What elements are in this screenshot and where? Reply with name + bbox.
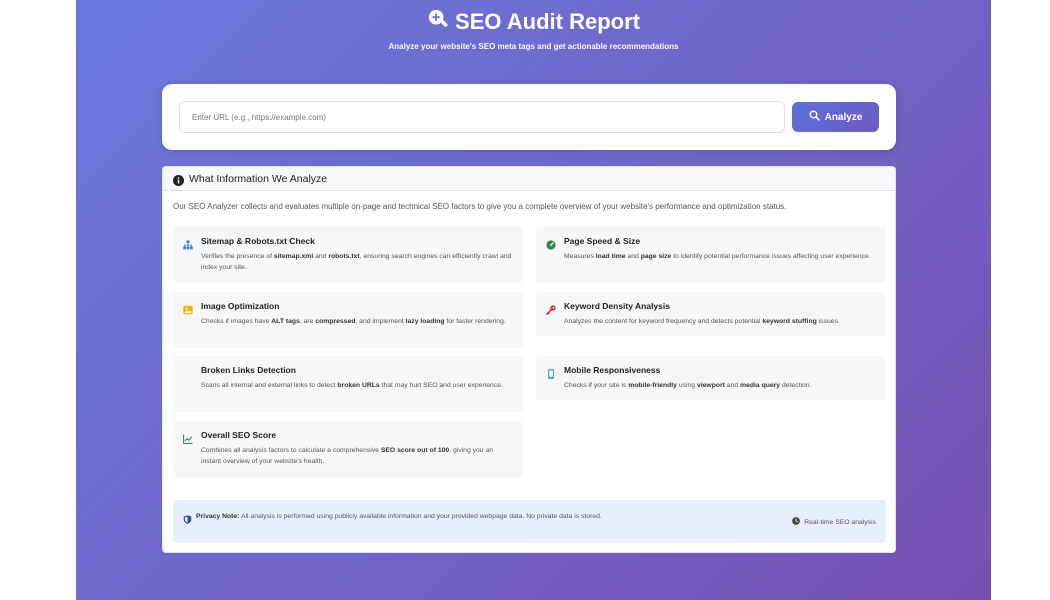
feature-page-speed: Page Speed & Size Measures load time and… xyxy=(536,227,886,283)
analyze-button[interactable]: Analyze xyxy=(792,102,879,132)
info-heading: What Information We Analyze xyxy=(189,172,328,185)
mobile-icon xyxy=(546,366,556,379)
info-circle-icon xyxy=(173,173,184,186)
feature-overall-score: Overall SEO Score Combines all analysis … xyxy=(173,421,523,477)
clock-icon xyxy=(792,517,801,527)
feature-description: Measures load time and page size to iden… xyxy=(564,253,871,260)
privacy-note: Privacy Note: All analysis is performed … xyxy=(173,500,886,543)
sitemap-icon xyxy=(183,237,193,250)
feature-description: Analyzes the content for keyword frequen… xyxy=(564,318,840,325)
info-card-header: What Information We Analyze xyxy=(163,167,895,191)
feature-description: Combines all analysis factors to calcula… xyxy=(201,447,494,465)
feature-broken-links: Broken Links Detection Scans all interna… xyxy=(173,356,523,412)
feature-description: Checks if your site is mobile-friendly u… xyxy=(564,382,812,389)
chart-line-icon xyxy=(183,431,193,444)
feature-title: Overall SEO Score xyxy=(201,430,277,440)
info-intro: Our SEO Analyzer collects and evaluates … xyxy=(173,202,787,211)
feature-image-optimization: Image Optimization Checks if images have… xyxy=(173,292,523,348)
analyze-button-label: Analyze xyxy=(824,111,863,123)
page-title-text: SEO Audit Report xyxy=(455,9,640,34)
feature-title: Image Optimization xyxy=(201,301,280,311)
realtime-label: Real-time SEO analysis xyxy=(804,518,876,526)
feature-title: Sitemap & Robots.txt Check xyxy=(201,236,315,246)
feature-description: Verifies the presence of sitemap.xml and… xyxy=(201,253,512,271)
realtime-indicator: Real-time SEO analysis xyxy=(792,517,876,527)
feature-keyword-density: Keyword Density Analysis Analyzes the co… xyxy=(536,292,886,336)
info-card: What Information We Analyze Our SEO Anal… xyxy=(162,166,896,553)
page-header: SEO Audit Report Analyze your website's … xyxy=(76,8,991,51)
search-card: Analyze xyxy=(162,84,896,150)
feature-mobile-responsiveness: Mobile Responsiveness Checks if your sit… xyxy=(536,356,886,400)
search-icon xyxy=(809,110,820,124)
feature-title: Broken Links Detection xyxy=(201,365,296,375)
feature-sitemap: Sitemap & Robots.txt Check Verifies the … xyxy=(173,227,523,283)
feature-description: Scans all internal and external links to… xyxy=(201,382,503,389)
feature-title: Page Speed & Size xyxy=(564,236,641,246)
feature-title: Keyword Density Analysis xyxy=(564,301,670,311)
feature-description: Checks if images have ALT tags, are comp… xyxy=(201,318,506,325)
page-subtitle: Analyze your website's SEO meta tags and… xyxy=(388,42,679,51)
key-icon xyxy=(546,302,556,315)
speed-icon xyxy=(546,237,556,250)
feature-title: Mobile Responsiveness xyxy=(564,365,661,375)
page-title: SEO Audit Report xyxy=(427,8,640,36)
privacy-text: Privacy Note: All analysis is performed … xyxy=(196,513,602,520)
image-icon xyxy=(183,302,193,315)
url-input[interactable] xyxy=(179,101,785,133)
search-plus-icon xyxy=(427,8,449,36)
